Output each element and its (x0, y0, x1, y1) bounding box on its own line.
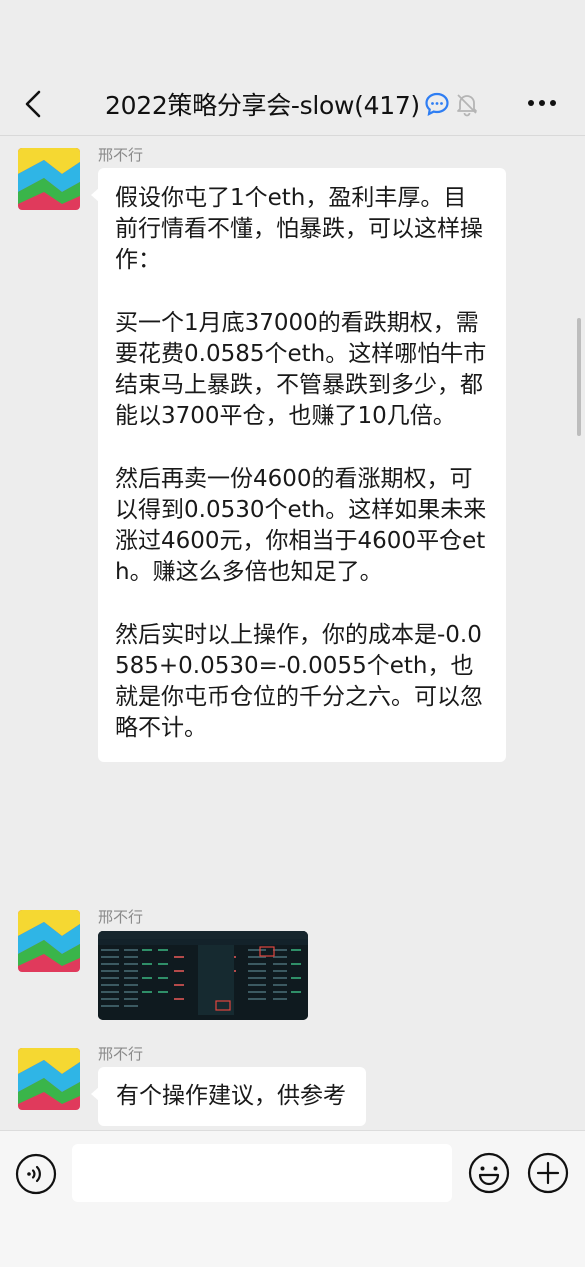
chevron-left-icon[interactable] (18, 88, 50, 120)
chat-bubble-icon (425, 92, 449, 116)
bell-mute-icon (456, 94, 477, 117)
chat-title-group: 2022策略分享会-slow(417) (105, 86, 480, 122)
more-dots-icon[interactable] (527, 97, 557, 109)
plus-icon[interactable] (527, 1152, 569, 1194)
chat-header: 2022策略分享会-slow(417) (0, 0, 585, 136)
sender-name: 邢不行 (98, 146, 144, 164)
emoji-icon[interactable] (468, 1152, 510, 1194)
chat-title: 2022策略分享会-slow(417) (105, 91, 420, 120)
avatar[interactable] (18, 910, 80, 972)
message-text: 假设你屯了1个eth，盈利丰厚。目前行情看不懂，怕暴跌，可以这样操作： 买一个1… (115, 185, 487, 742)
message-text: 有个操作建议，供参考 (116, 1083, 346, 1109)
avatar[interactable] (18, 1048, 80, 1110)
message-bubble[interactable]: 有个操作建议，供参考 (91, 1067, 366, 1127)
sender-name: 邢不行 (98, 1045, 144, 1063)
header-divider (0, 135, 585, 136)
message-bubble[interactable]: 假设你屯了1个eth，盈利丰厚。目前行情看不懂，怕暴跌，可以这样操作： 买一个1… (91, 168, 506, 762)
scrollbar-thumb[interactable] (577, 318, 581, 436)
voice-icon[interactable] (15, 1153, 57, 1195)
image-message[interactable] (98, 931, 308, 1020)
message-input[interactable] (72, 1144, 452, 1202)
avatar[interactable] (18, 148, 80, 210)
sender-name: 邢不行 (98, 908, 144, 926)
